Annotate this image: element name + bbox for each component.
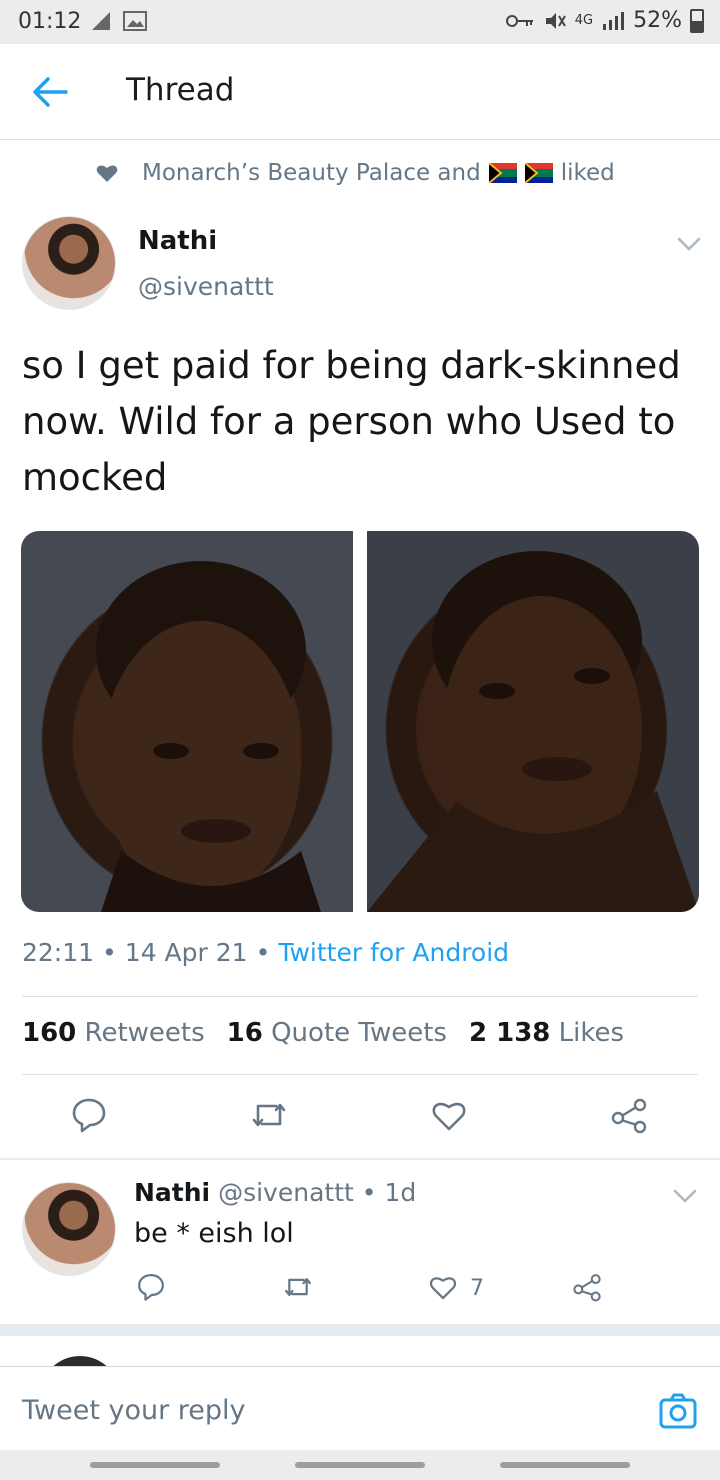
retweets-count: 160 [22,1018,77,1048]
meta-separator-2: • [255,938,271,967]
reply-header: Nathi @sivenattt • 1d [134,1178,416,1207]
tweet-text: so I get paid for being dark-skinned now… [22,344,681,499]
likes-label: Likes [558,1018,625,1048]
system-nav-bar [0,1450,720,1480]
battery-percent: 52% [633,8,682,33]
app-bar: Thread [0,44,720,140]
reply-reply-icon[interactable] [136,1272,166,1302]
network-type: 4G [574,12,594,28]
retweets-label: Retweets [84,1018,205,1048]
tweet-actions [0,1096,720,1138]
author-name[interactable]: Nathi [138,226,217,256]
reply-separator-bar [0,1324,720,1336]
reply-composer: Tweet your reply [0,1366,720,1450]
tweet-source-link[interactable]: Twitter for Android [278,938,509,967]
meta-separator: • [102,938,117,967]
social-context: Monarch’s Beauty Palace and liked [96,160,615,186]
reply-actions [0,1272,720,1306]
south-africa-flag-icon [488,163,517,183]
chevron-down-icon[interactable] [676,236,702,252]
reply-share-icon[interactable] [572,1272,602,1302]
tweet-meta: 22:11 • 14 Apr 21 • Twitter for Android [22,938,509,967]
retweet-icon[interactable] [250,1096,288,1134]
reply-avatar[interactable] [22,1182,116,1276]
likes-stat[interactable]: 2 138 Likes [469,1018,624,1048]
status-notification-icons [88,8,148,34]
tweet-photo-1[interactable] [21,531,353,912]
reply-icon[interactable] [70,1096,108,1134]
tweet-photo-2[interactable] [367,531,699,912]
tweet-date: 14 Apr 21 [124,938,248,967]
reply-separator: • [361,1178,377,1207]
author-handle[interactable]: @sivenattt [138,272,274,301]
reply-author-handle[interactable]: @sivenattt [218,1178,354,1207]
back-arrow-icon[interactable] [30,74,70,110]
key-icon [505,14,533,27]
camera-icon[interactable] [658,1391,698,1431]
reply-like-count: 7 [470,1276,484,1301]
tweet-time: 22:11 [22,938,95,967]
nav-home-button[interactable] [295,1462,425,1468]
share-icon[interactable] [610,1096,648,1134]
social-context-suffix: liked [560,160,615,186]
image-icon [123,11,147,31]
tweet-stats: 160 Retweets 16 Quote Tweets 2 138 Likes [22,1018,624,1048]
like-icon[interactable] [430,1096,468,1134]
portrait-image-2 [367,551,699,912]
nav-recent-button[interactable] [90,1462,220,1468]
reply-like-icon[interactable] [428,1272,458,1302]
retweets-stat[interactable]: 160 Retweets [22,1018,205,1048]
avatar[interactable] [22,216,116,310]
reply-text: be * eish lol [134,1218,294,1249]
reply-retweet-icon[interactable] [283,1272,313,1302]
likes-count: 2 138 [468,1018,551,1048]
status-right-icons: 4G 52% [505,8,704,33]
reply-author-name[interactable]: Nathi [134,1178,210,1207]
thread-separator [0,1158,720,1160]
heart-icon [96,165,118,182]
divider [22,996,698,997]
page-title: Thread [126,72,235,108]
divider-2 [22,1074,698,1075]
quotes-stat[interactable]: 16 Quote Tweets [227,1018,447,1048]
quotes-count: 16 [226,1018,263,1048]
cell-signal-icon [603,11,625,30]
reply-age: 1d [384,1178,417,1207]
next-reply-avatar[interactable] [40,1356,120,1366]
signal-icon [92,12,110,30]
portrait-image-1 [96,561,321,912]
reply-chevron-down-icon[interactable] [672,1188,698,1204]
social-context-text: Monarch’s Beauty Palace and [142,160,481,186]
next-reply-peek [0,1336,720,1366]
reply-input[interactable]: Tweet your reply [22,1395,246,1426]
nav-back-button[interactable] [500,1462,630,1468]
south-africa-flag-icon-2 [524,163,553,183]
quotes-label: Quote Tweets [271,1018,447,1048]
mute-icon [545,12,566,29]
status-time: 01:12 [18,9,82,34]
battery-icon [690,8,704,33]
status-bar: 01:12 4G 52% [0,0,720,44]
